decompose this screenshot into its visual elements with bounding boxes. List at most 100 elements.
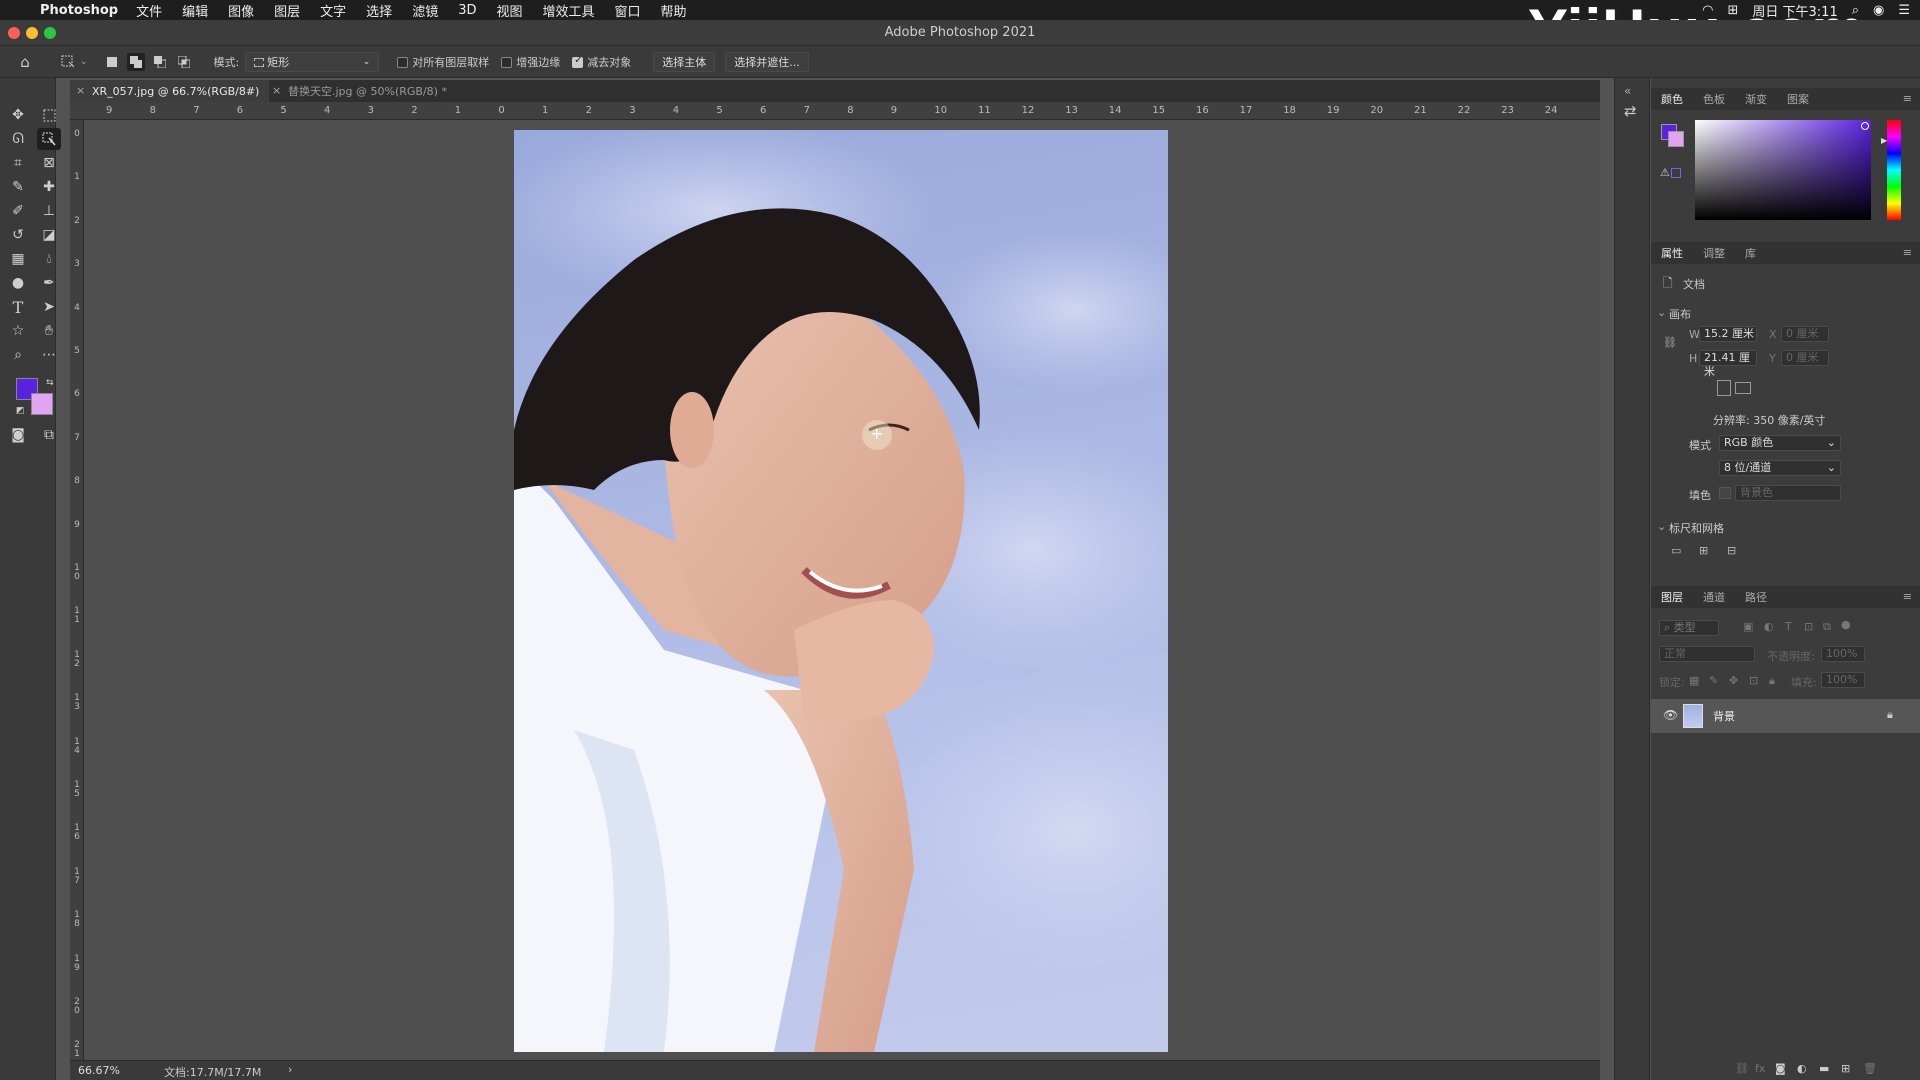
menu-3d[interactable]: 3D — [458, 3, 476, 18]
color-mode-select[interactable]: RGB 颜色 ⌄ — [1719, 435, 1841, 451]
document-photo[interactable] — [514, 130, 1168, 1052]
add-mask-icon[interactable]: ◙ — [1775, 1062, 1786, 1075]
subtract-object-checkbox[interactable]: 减去对象 — [572, 54, 631, 70]
chevron-down-icon[interactable]: ⌄ — [1657, 520, 1666, 533]
menu-select[interactable]: 选择 — [366, 1, 392, 20]
subtract-selection-icon[interactable] — [151, 53, 169, 71]
landscape-orientation-icon[interactable] — [1735, 382, 1751, 394]
tab-properties[interactable]: 属性 — [1651, 245, 1693, 261]
canvas-x-field[interactable]: 0 厘米 — [1781, 326, 1829, 342]
home-icon[interactable]: ⌂ — [16, 53, 34, 71]
dodge-tool-icon[interactable]: ● — [6, 272, 30, 294]
layer-filter-select[interactable]: ⌕ 类型 — [1659, 620, 1719, 636]
tab-patterns[interactable]: 图案 — [1777, 91, 1819, 107]
tab-channels[interactable]: 通道 — [1693, 589, 1735, 605]
layer-name[interactable]: 背景 — [1713, 708, 1735, 724]
new-group-icon[interactable]: ▬ — [1819, 1062, 1829, 1075]
close-tab-icon[interactable]: × — [76, 84, 85, 97]
grid-icon[interactable]: ⊞ — [1699, 544, 1708, 557]
tab-libraries[interactable]: 库 — [1735, 245, 1766, 261]
menu-edit[interactable]: 编辑 — [182, 1, 208, 20]
blend-mode-select[interactable]: 正常 — [1659, 646, 1755, 662]
control-center-icon[interactable]: ☰ — [1898, 3, 1910, 18]
tab-gradients[interactable]: 渐变 — [1735, 91, 1777, 107]
tab-layers[interactable]: 图层 — [1651, 589, 1693, 605]
history-panel-icon[interactable]: ⇄ — [1624, 102, 1637, 120]
menu-help[interactable]: 帮助 — [661, 1, 687, 20]
blur-tool-icon[interactable]: 💧︎ — [37, 248, 61, 270]
mode-select[interactable]: 矩形 ⌄ — [245, 51, 380, 72]
menu-layer[interactable]: 图层 — [274, 1, 300, 20]
quick-mask-icon[interactable]: ◙ — [6, 424, 30, 446]
color-field[interactable] — [1695, 120, 1871, 220]
type-tool-icon[interactable]: T — [6, 296, 30, 318]
tab-swatches[interactable]: 色板 — [1693, 91, 1735, 107]
tab-paths[interactable]: 路径 — [1735, 589, 1777, 605]
bit-depth-select[interactable]: 8 位/通道 ⌄ — [1719, 460, 1841, 476]
crop-tool-icon[interactable]: ⌗ — [6, 152, 30, 174]
ruler-icon[interactable]: ▭ — [1671, 544, 1681, 557]
move-tool-icon[interactable]: ✥ — [6, 104, 30, 126]
menu-plugins[interactable]: 增效工具 — [543, 1, 595, 20]
canvas-y-field[interactable]: 0 厘米 — [1781, 350, 1829, 366]
eyedropper-tool-icon[interactable]: ✎ — [6, 176, 30, 198]
fill-select[interactable]: 背景色 — [1735, 485, 1841, 501]
link-layers-icon[interactable]: ⛓ — [1735, 1062, 1749, 1075]
fill-swatch[interactable] — [1719, 487, 1731, 499]
portrait-orientation-icon[interactable] — [1717, 380, 1731, 396]
filter-type-icon[interactable]: T — [1785, 620, 1792, 633]
vertical-ruler[interactable]: 0123456789101112131415161718192021 — [70, 120, 84, 1060]
layer-thumbnail[interactable] — [1683, 704, 1703, 728]
background-color-swatch[interactable] — [31, 393, 53, 415]
chevron-down-icon[interactable]: ⌄ — [1657, 306, 1666, 319]
pen-tool-icon[interactable]: ✒ — [37, 272, 61, 294]
canvas-width-field[interactable]: 15.2 厘米 — [1699, 326, 1757, 342]
menu-app-name[interactable]: Photoshop — [40, 3, 118, 18]
swap-colors-icon[interactable]: ⇆ — [46, 378, 54, 388]
lock-all-icon[interactable]: 🔒︎ — [1769, 674, 1775, 688]
frame-tool-icon[interactable]: ⊠ — [37, 152, 61, 174]
collapse-icon[interactable]: « — [1624, 84, 1631, 98]
screen-mode-icon[interactable]: ⧉ — [37, 424, 61, 446]
rulers-grids-section-title[interactable]: 标尺和网格 — [1669, 520, 1724, 536]
opacity-field[interactable]: 100% — [1821, 646, 1865, 662]
panel-menu-icon[interactable]: ≡ — [1903, 246, 1912, 259]
chevron-down-icon[interactable]: ⌄ — [80, 57, 88, 67]
fx-icon[interactable]: fx — [1755, 1062, 1765, 1075]
eye-visibility-icon[interactable]: 👁︎ — [1663, 708, 1678, 722]
close-tab-icon[interactable]: × — [272, 84, 281, 97]
menu-window[interactable]: 窗口 — [615, 1, 641, 20]
hue-slider[interactable] — [1887, 120, 1901, 220]
zoom-level[interactable]: 66.67% — [78, 1064, 120, 1077]
link-icon[interactable]: ⛓ — [1663, 336, 1677, 349]
color-picker-marker[interactable] — [1861, 122, 1869, 130]
layer-lock-icon[interactable]: 🔒︎ — [1887, 708, 1893, 722]
hue-slider-marker-icon[interactable]: ▶ — [1881, 136, 1887, 145]
new-layer-icon[interactable]: ⊞ — [1841, 1062, 1850, 1075]
shape-tool-icon[interactable]: ☆ — [6, 320, 30, 342]
filter-toggle-icon[interactable]: ● — [1841, 618, 1851, 631]
marquee-tool-icon[interactable] — [37, 104, 61, 126]
panel-menu-icon[interactable]: ≡ — [1903, 92, 1912, 105]
canvas-height-field[interactable]: 21.41 厘米 — [1699, 350, 1757, 378]
filter-adjustment-icon[interactable]: ◐ — [1764, 620, 1774, 633]
new-adjustment-layer-icon[interactable]: ◐ — [1797, 1062, 1807, 1075]
canvas-section-title[interactable]: 画布 — [1669, 306, 1691, 322]
path-selection-tool-icon[interactable]: ➤ — [37, 296, 61, 318]
history-brush-tool-icon[interactable]: ↺ — [6, 224, 30, 246]
object-selection-tool-icon[interactable] — [37, 128, 61, 150]
guides-icon[interactable]: ⊟ — [1727, 544, 1736, 557]
menu-type[interactable]: 文字 — [320, 1, 346, 20]
lasso-tool-icon[interactable]: ᘏ — [6, 128, 30, 150]
tool-preset-icon[interactable] — [59, 53, 77, 71]
enhance-edge-checkbox[interactable]: 增强边缘 — [501, 54, 560, 70]
color-panel-background[interactable] — [1668, 131, 1684, 147]
document-tab[interactable]: × 替换天空.jpg @ 50%(RGB/8) * — [266, 80, 457, 102]
menu-image[interactable]: 图像 — [228, 1, 254, 20]
gradient-tool-icon[interactable]: ▦ — [6, 248, 30, 270]
fill-opacity-field[interactable]: 100% — [1821, 672, 1865, 688]
sample-all-layers-checkbox[interactable]: 对所有图层取样 — [397, 54, 489, 70]
add-to-selection-icon[interactable] — [126, 52, 145, 71]
healing-brush-tool-icon[interactable]: ✚ — [37, 176, 61, 198]
gamut-warning-icon[interactable]: ⚠ — [1660, 166, 1670, 179]
